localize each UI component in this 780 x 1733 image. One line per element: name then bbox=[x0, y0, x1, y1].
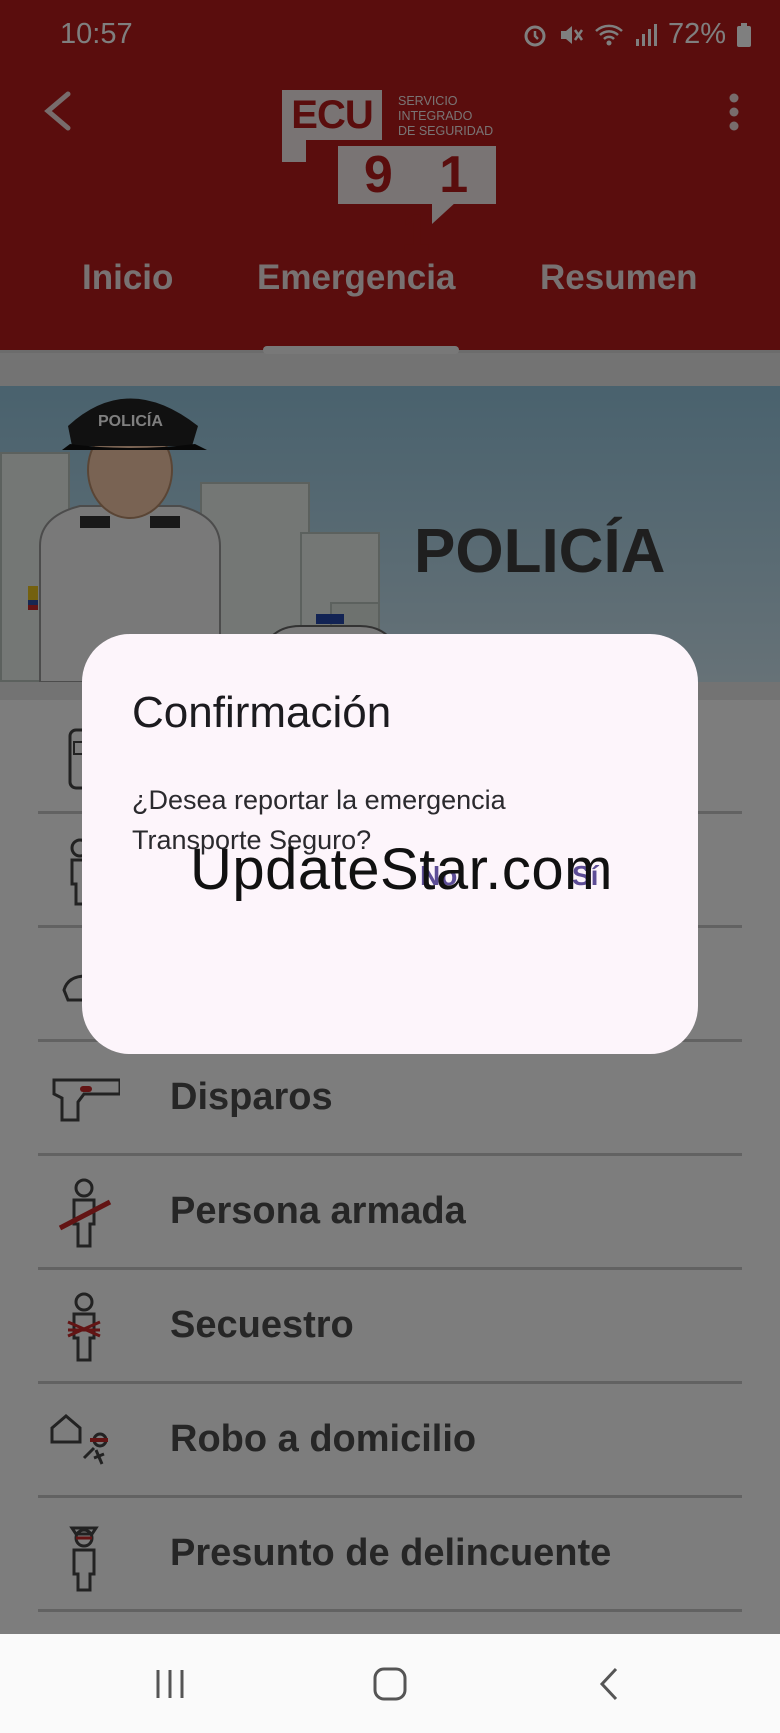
recent-apps-icon[interactable] bbox=[150, 1664, 190, 1704]
home-icon[interactable] bbox=[370, 1664, 410, 1704]
watermark: UpdateStar.com bbox=[190, 837, 613, 902]
dialog-title: Confirmación bbox=[132, 688, 392, 737]
back-nav-icon[interactable] bbox=[590, 1664, 630, 1704]
system-nav-bar bbox=[0, 1634, 780, 1733]
